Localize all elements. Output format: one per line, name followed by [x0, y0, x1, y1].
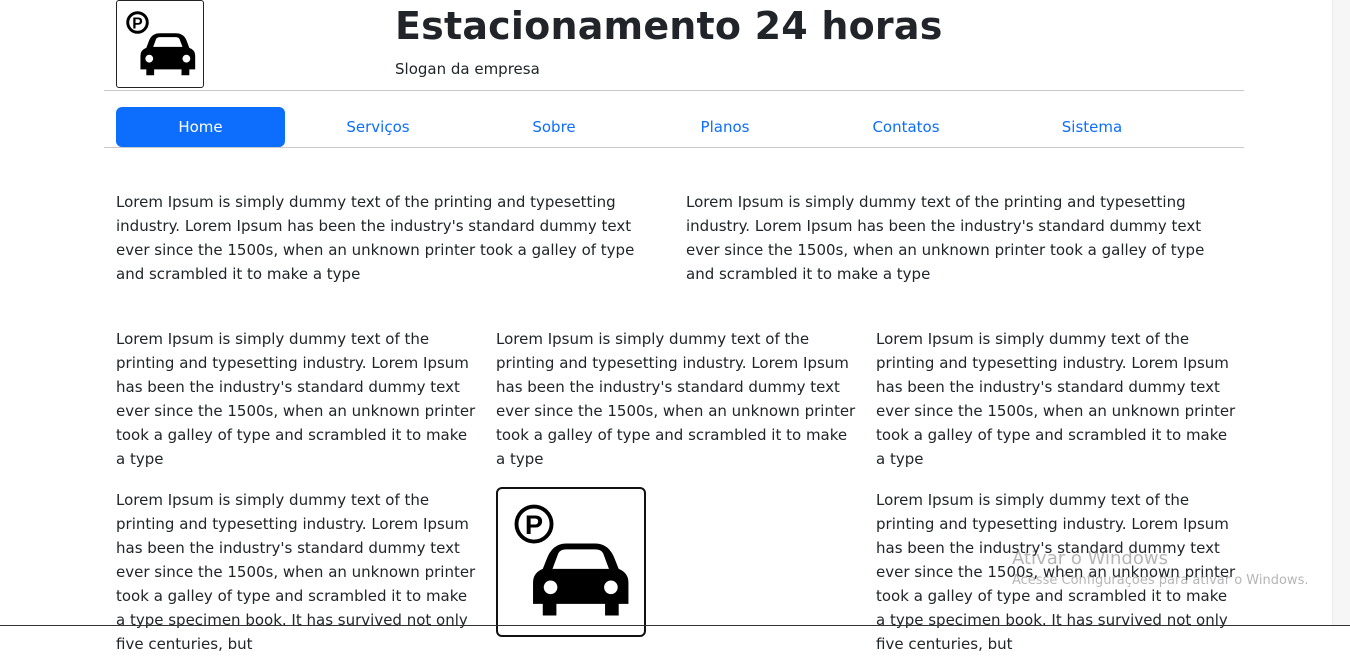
nav-contatos[interactable]: Contatos: [821, 107, 991, 147]
parking-car-icon: P: [126, 11, 196, 76]
nav-planos[interactable]: Planos: [640, 107, 810, 147]
svg-text:P: P: [525, 509, 543, 540]
slogan: Slogan da empresa: [395, 60, 540, 78]
svg-text:P: P: [132, 15, 142, 32]
vertical-scrollbar[interactable]: [1332, 0, 1350, 626]
main-nav: Home Serviços Sobre Planos Contatos Sist…: [116, 107, 1216, 147]
nav-divider: [104, 147, 1244, 148]
windows-activation-title: Ativar o Windows: [1012, 548, 1168, 569]
logo: P: [116, 0, 204, 88]
text-block: Lorem Ipsum is simply dummy text of the …: [876, 330, 1236, 468]
text-block: Lorem Ipsum is simply dummy text of the …: [116, 491, 476, 653]
content-image: P: [496, 487, 646, 637]
text-block: Lorem Ipsum is simply dummy text of the …: [116, 330, 476, 468]
parking-car-icon: P: [514, 504, 629, 616]
nav-servicos[interactable]: Serviços: [293, 107, 463, 147]
site-title: Estacionamento 24 horas: [395, 4, 943, 48]
nav-home[interactable]: Home: [116, 107, 285, 147]
nav-sobre[interactable]: Sobre: [469, 107, 639, 147]
text-block: Lorem Ipsum is simply dummy text of the …: [686, 193, 1205, 283]
text-block: Lorem Ipsum is simply dummy text of the …: [116, 193, 635, 283]
nav-sistema[interactable]: Sistema: [1007, 107, 1177, 147]
text-block: Lorem Ipsum is simply dummy text of the …: [496, 330, 856, 468]
text-block: Lorem Ipsum is simply dummy text of the …: [876, 491, 1236, 653]
windows-activation-subtitle: Acesse Configurações para ativar o Windo…: [1012, 573, 1309, 588]
header-divider: [104, 90, 1244, 91]
